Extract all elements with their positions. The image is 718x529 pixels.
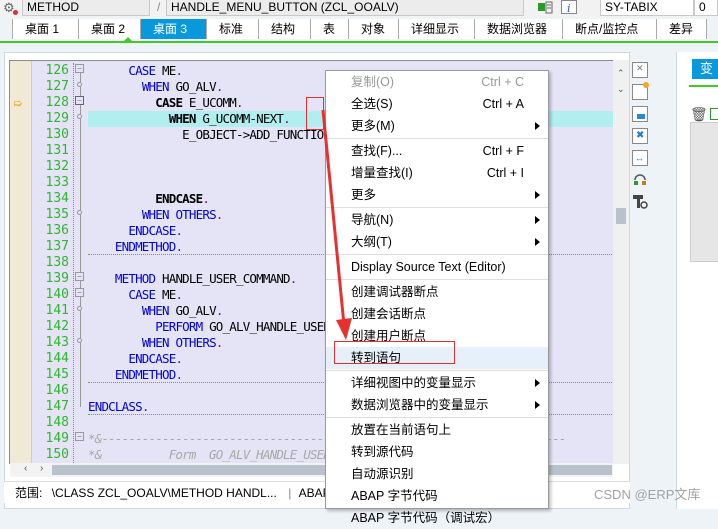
- watermark: CSDN @ERP文库: [594, 487, 701, 502]
- menu-item[interactable]: ABAP 字节代码（调试宏）: [326, 507, 548, 529]
- annotation-arrow: [321, 109, 352, 340]
- menu-item-label: ABAP 字节代码（调试宏）: [351, 511, 501, 525]
